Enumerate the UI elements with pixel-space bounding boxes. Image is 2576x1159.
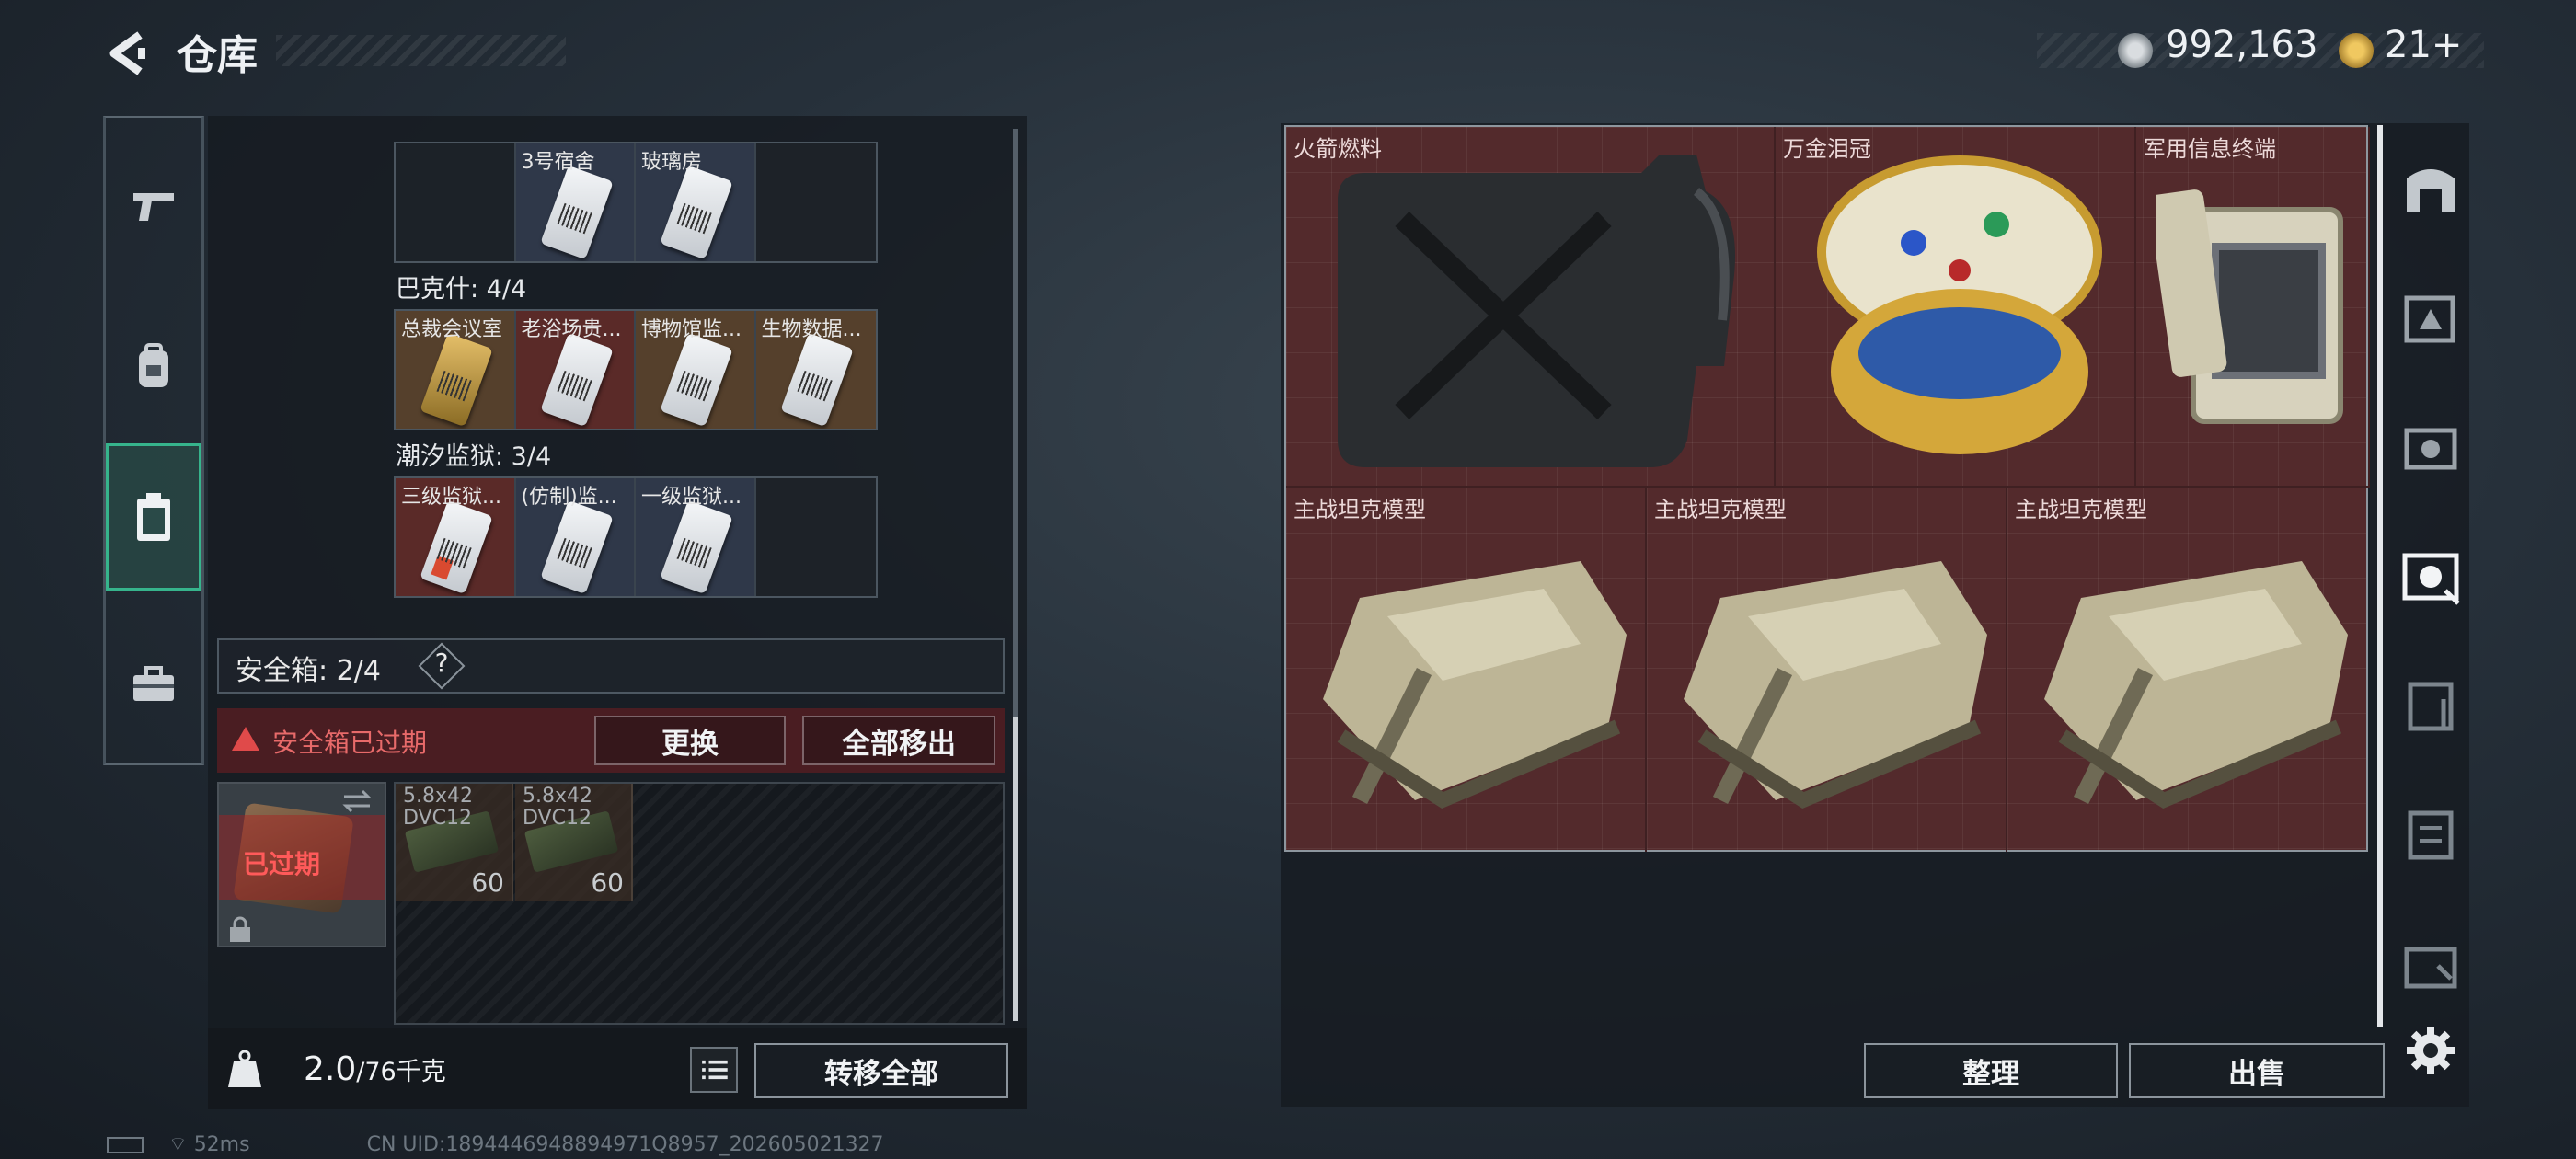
tab-weapons[interactable] (106, 132, 201, 280)
stash-scrollbar[interactable] (2377, 125, 2383, 1027)
stash-item-jeweled-crown[interactable]: 万金泪冠 (1776, 127, 2136, 488)
wifi-icon: ⌔ (168, 1133, 188, 1156)
keycard-slot[interactable]: 总裁会议室 (396, 311, 516, 429)
keycard-icon (660, 332, 733, 428)
keycard-icon (660, 165, 733, 260)
keycard-slot[interactable]: 博物馆监... (636, 311, 756, 429)
fuel-can-icon (1338, 155, 1735, 467)
ammo-item[interactable]: 5.8x42 DVC12 60 (396, 784, 513, 901)
ammo-item[interactable]: 5.8x42 DVC12 60 (515, 784, 633, 901)
keycard-group-title: 巴克什: 4/4 (396, 275, 527, 304)
keycard-slot[interactable]: (仿制)监... (515, 478, 636, 596)
sort-button[interactable]: 整理 (1864, 1043, 2118, 1098)
keycard-slot[interactable]: 三级监狱... (396, 478, 516, 596)
stash-item-tank-model[interactable]: 主战坦克模型 (1647, 488, 2007, 852)
stash-tab-1-icon[interactable] (2398, 929, 2464, 995)
keycard-icon (539, 499, 614, 595)
replace-button[interactable]: 更换 (594, 716, 786, 765)
backpack-icon (139, 343, 168, 387)
stash-tab-5-icon[interactable] (2398, 285, 2464, 351)
token-icon (2339, 33, 2374, 68)
expired-tag: 已过期 (243, 849, 321, 879)
transfer-all-button[interactable]: 转移全部 (754, 1043, 1008, 1098)
uid-text: CN UID:1894446948894971Q8957_20260502132… (366, 1133, 884, 1156)
swap-icon[interactable] (340, 787, 374, 815)
gun-icon (133, 193, 174, 221)
ping-text: 52ms (193, 1133, 250, 1156)
stash-item-military-terminal[interactable]: 军用信息终端 (2136, 127, 2370, 488)
left-tab-bar (103, 116, 204, 765)
remove-all-button[interactable]: 全部移出 (802, 716, 995, 765)
keycard-slot[interactable]: 老浴场贵... (515, 311, 636, 429)
title-decoration (276, 35, 566, 66)
stash-home-icon[interactable] (2398, 156, 2464, 223)
keycard-slot[interactable]: 一级监狱... (636, 478, 756, 596)
keycard-group-2: 总裁会议室 老浴场贵... 博物馆监... 生物数据... (394, 309, 878, 430)
safe-box-label: 安全箱: 2/4 (236, 655, 381, 687)
tab-safe-case[interactable] (106, 443, 201, 591)
tank-model-icon (2044, 561, 2348, 809)
keycard-icon (420, 499, 493, 595)
lock-icon (230, 916, 250, 942)
stash-item-rocket-fuel[interactable]: 火箭燃料 (1286, 127, 1776, 488)
left-scrollbar-thumb[interactable] (1013, 717, 1018, 1021)
keycard-slot-empty[interactable] (756, 143, 877, 261)
keycard-slot[interactable]: 玻璃房 (636, 143, 756, 261)
stash-grid: 火箭燃料 万金泪冠 军用信息终端 主战坦克模型 主战坦克模型 主战坦克模型 (1284, 125, 2370, 852)
page-title: 仓库 (177, 32, 258, 79)
jeweled-egg-icon (1817, 155, 2102, 454)
coin-icon (2118, 33, 2153, 68)
weight-icon (228, 1050, 261, 1087)
keycard-icon (660, 499, 733, 595)
stash-item-tank-model[interactable]: 主战坦克模型 (1286, 488, 1647, 852)
help-text: ? (434, 648, 449, 678)
stash-tab-2-icon[interactable] (2398, 800, 2464, 866)
keycard-icon (420, 332, 493, 428)
toolbox-icon (133, 666, 174, 701)
tank-model-icon (1684, 561, 1987, 809)
stash-tab-3-icon[interactable] (2398, 671, 2464, 738)
keycard-group-title: 潮汐监狱: 3/4 (396, 442, 552, 471)
status-bar: ⌔ 52ms CN UID:1894446948894971Q8957_2026… (107, 1131, 884, 1157)
expired-warning-text: 安全箱已过期 (272, 728, 428, 758)
keycard-group-3: 三级监狱... (仿制)监... 一级监狱... (394, 476, 878, 598)
currency-amount: 992,163 (2166, 24, 2318, 66)
back-arrow-icon[interactable] (103, 28, 155, 79)
stash-tab-4-icon[interactable] (2398, 414, 2464, 480)
battery-icon (107, 1137, 144, 1153)
keycard-icon (779, 332, 854, 428)
tab-backpack[interactable] (106, 293, 201, 440)
keycard-icon (539, 332, 614, 428)
weight-readout: 2.0/76千克 (304, 1050, 446, 1088)
keycard-icon (539, 165, 614, 260)
keycard-group-1: 3号宿舍 玻璃房 (394, 142, 878, 263)
stash-tab-4-active-icon[interactable] (2398, 543, 2464, 609)
keycard-slot-empty[interactable] (396, 143, 516, 261)
settings-gear-icon[interactable] (2403, 1023, 2458, 1078)
keycard-slot[interactable]: 生物数据... (755, 311, 876, 429)
safe-case-icon (137, 493, 170, 541)
stash-item-tank-model[interactable]: 主战坦克模型 (2007, 488, 2370, 852)
token-count: 21+ (2385, 24, 2463, 66)
stash-tab-bar (2392, 123, 2469, 1027)
tank-model-icon (1323, 561, 1627, 809)
warning-icon (232, 727, 259, 751)
tab-toolbox[interactable] (106, 611, 201, 758)
terminal-case-icon (2156, 189, 2343, 424)
keycard-slot-empty[interactable] (756, 478, 877, 596)
sell-button[interactable]: 出售 (2129, 1043, 2385, 1098)
list-view-icon[interactable] (690, 1047, 738, 1093)
keycard-slot[interactable]: 3号宿舍 (515, 143, 636, 261)
